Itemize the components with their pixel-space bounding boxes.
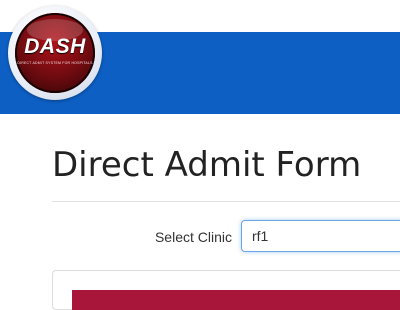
select-clinic-input[interactable] (241, 220, 400, 252)
logo-tagline: DIRECT ADMIT SYSTEM FOR HOSPITALS (17, 61, 93, 65)
logo-emblem: DASH DIRECT ADMIT SYSTEM FOR HOSPITALS (15, 13, 95, 93)
select-clinic-label: Select Clinic (154, 229, 232, 245)
dash-logo[interactable]: DASH DIRECT ADMIT SYSTEM FOR HOSPITALS (8, 6, 102, 100)
page-title: Direct Admit Form (52, 145, 362, 185)
logo-wordmark: DASH (24, 35, 86, 58)
title-divider (52, 201, 400, 202)
form-panel-heading (72, 290, 400, 310)
